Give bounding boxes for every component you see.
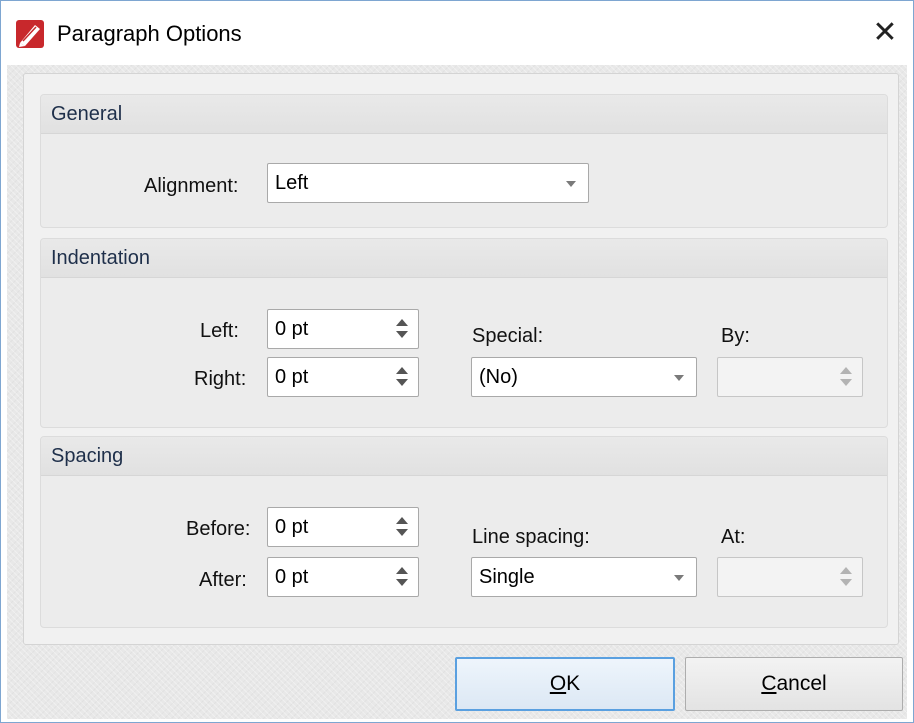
cancel-button[interactable]: Cancel [685, 657, 903, 711]
dialog-title: Paragraph Options [57, 21, 242, 46]
at-spinner[interactable] [717, 557, 863, 597]
special-value: (No) [479, 366, 518, 388]
spacing-group-header: Spacing [41, 437, 887, 476]
before-spacing-label: Before: [186, 518, 251, 540]
pdf-editor-pen-icon [15, 19, 45, 49]
general-group: General Alignment: Left [40, 94, 888, 228]
general-group-header: General [41, 95, 887, 134]
after-spacing-spinner[interactable]: 0 pt [267, 557, 419, 597]
chevron-down-icon [674, 375, 684, 381]
indentation-group-title: Indentation [51, 247, 150, 269]
left-indent-label: Left: [200, 320, 239, 342]
after-spacing-value: 0 pt [275, 566, 309, 588]
right-indent-spinner[interactable]: 0 pt [267, 357, 419, 397]
by-spinner[interactable] [717, 357, 863, 397]
alignment-dropdown[interactable]: Left [267, 163, 589, 203]
options-panel: General Alignment: Left Indentation Left… [23, 73, 899, 645]
at-label: At: [721, 526, 746, 548]
spin-arrows-icon[interactable] [396, 318, 408, 340]
spin-arrows-icon[interactable] [396, 566, 408, 588]
line-spacing-value: Single [479, 566, 535, 588]
general-group-title: General [51, 103, 123, 125]
spin-arrows-icon[interactable] [396, 366, 408, 388]
close-icon[interactable]: ✕ [865, 15, 905, 51]
before-spacing-spinner[interactable]: 0 pt [267, 507, 419, 547]
dialog-body: General Alignment: Left Indentation Left… [7, 65, 907, 719]
indentation-group: Indentation Left: 0 pt Right: 0 pt Speci… [40, 238, 888, 428]
special-dropdown[interactable]: (No) [471, 357, 697, 397]
right-indent-label: Right: [194, 368, 247, 390]
alignment-label: Alignment: [144, 175, 239, 197]
special-label: Special: [472, 325, 544, 347]
title-bar: Paragraph Options ✕ [1, 1, 913, 65]
before-spacing-value: 0 pt [275, 516, 309, 538]
ok-accelerator: O [549, 672, 567, 695]
spin-arrows-icon[interactable] [396, 516, 408, 538]
paragraph-options-dialog: Paragraph Options ✕ General Alignment: L… [0, 0, 914, 723]
spin-arrows-icon[interactable] [840, 366, 852, 388]
chevron-down-icon [674, 575, 684, 581]
chevron-down-icon [566, 181, 576, 187]
line-spacing-dropdown[interactable]: Single [471, 557, 697, 597]
spacing-group-title: Spacing [51, 445, 124, 467]
cancel-label-rest: ancel [776, 672, 827, 695]
alignment-value: Left [275, 172, 309, 194]
indentation-group-header: Indentation [41, 239, 887, 278]
spacing-group: Spacing Before: 0 pt After: 0 pt Line sp… [40, 436, 888, 628]
ok-label-rest: K [566, 672, 581, 695]
cancel-accelerator: C [761, 672, 777, 695]
right-indent-value: 0 pt [275, 366, 309, 388]
after-spacing-label: After: [199, 569, 247, 591]
line-spacing-label: Line spacing: [472, 526, 590, 548]
left-indent-spinner[interactable]: 0 pt [267, 309, 419, 349]
by-label: By: [721, 325, 750, 347]
spin-arrows-icon[interactable] [840, 566, 852, 588]
ok-button[interactable]: OK [455, 657, 675, 711]
left-indent-value: 0 pt [275, 318, 309, 340]
